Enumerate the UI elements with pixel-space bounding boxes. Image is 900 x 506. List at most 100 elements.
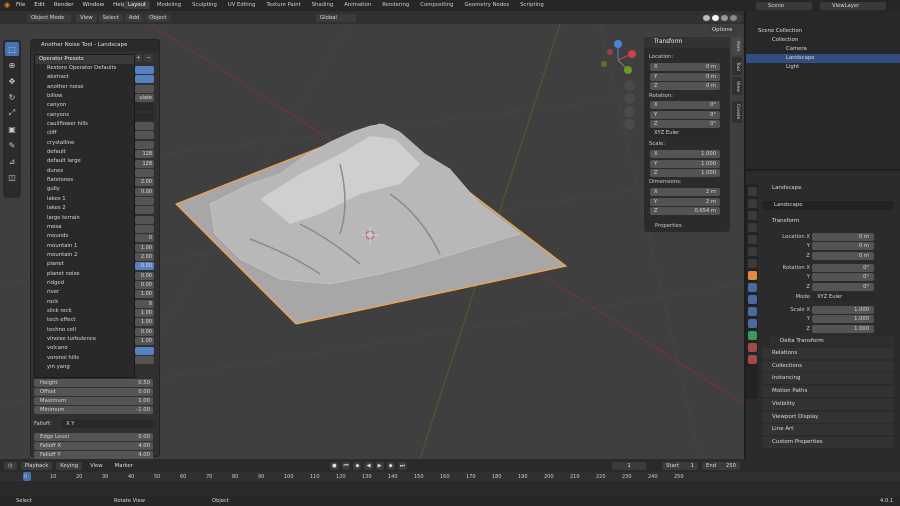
preset-item[interactable]: rock bbox=[35, 298, 134, 307]
outliner-collection[interactable]: Collection bbox=[746, 36, 900, 45]
delta-transform-section[interactable]: Delta Transform bbox=[770, 336, 894, 347]
operator-field-0[interactable]: Height 0.50 bbox=[34, 379, 153, 387]
preset-item[interactable]: planet noise bbox=[35, 270, 134, 279]
tab-shading[interactable]: Shading bbox=[308, 1, 338, 9]
rotation-mode-dropdown[interactable]: XYZ Euler bbox=[650, 129, 720, 137]
annotate-tool-icon[interactable]: ✎ bbox=[5, 138, 19, 152]
texture-props-icon[interactable] bbox=[747, 355, 757, 364]
blender-logo-icon[interactable]: ◉ bbox=[4, 2, 12, 9]
location-z-field[interactable]: 0 m bbox=[812, 252, 874, 260]
tab-geometry-nodes[interactable]: Geometry Nodes bbox=[461, 1, 514, 9]
output-props-icon[interactable] bbox=[747, 211, 757, 220]
operator-side-value[interactable]: 1.00 bbox=[135, 318, 154, 327]
shading-mode-buttons[interactable] bbox=[702, 14, 742, 22]
preset-item[interactable]: cliff bbox=[35, 129, 134, 138]
tab-compositing[interactable]: Compositing bbox=[416, 1, 457, 9]
operator-side-value[interactable] bbox=[135, 196, 154, 205]
preset-item[interactable]: ridged bbox=[35, 279, 134, 288]
prev-key-icon[interactable]: ◆ bbox=[353, 462, 362, 470]
preset-item[interactable]: mountain 1 bbox=[35, 242, 134, 251]
outliner-scene-collection[interactable]: Scene Collection bbox=[746, 27, 900, 36]
operator-field-2[interactable]: Maximum 1.00 bbox=[34, 397, 153, 405]
preset-item[interactable]: tech effect bbox=[35, 316, 134, 325]
operator-side-value[interactable]: 0 bbox=[135, 234, 154, 243]
preset-item[interactable]: yin yang bbox=[35, 363, 134, 372]
n-dimensions-field-1[interactable]: Y 2 m bbox=[650, 197, 720, 206]
object-menu[interactable]: Object bbox=[145, 14, 171, 22]
section-motion-paths[interactable]: Motion Paths bbox=[762, 386, 894, 398]
preset-item[interactable]: canyon bbox=[35, 101, 134, 110]
remove-preset-icon[interactable]: − bbox=[144, 54, 153, 62]
preset-item[interactable]: billow bbox=[35, 92, 134, 101]
view-menu[interactable]: View bbox=[76, 14, 97, 22]
object-mode-dropdown[interactable]: Object Mode bbox=[27, 14, 71, 22]
outliner-landscape[interactable]: Landscape bbox=[746, 54, 900, 63]
operator-side-value[interactable]: 2.00 bbox=[135, 178, 154, 187]
tab-modeling[interactable]: Modeling bbox=[153, 1, 185, 9]
operator-side-value[interactable] bbox=[135, 140, 154, 149]
falloff-field-2[interactable]: Falloff Y 4.00 bbox=[34, 451, 153, 459]
preset-item[interactable]: canyons bbox=[35, 111, 134, 120]
material-shading-icon[interactable] bbox=[721, 15, 728, 21]
preset-item[interactable]: vlnoise turbulence bbox=[35, 335, 134, 344]
falloff-field-0[interactable]: Edge Level 0.00 bbox=[34, 433, 153, 441]
operator-side-value[interactable]: 8 bbox=[135, 299, 154, 308]
operator-side-value[interactable]: 1.00 bbox=[135, 337, 154, 346]
n-rotation-field-0[interactable]: X 0° bbox=[650, 101, 720, 109]
restore-defaults-item[interactable]: Restore Operator Defaults bbox=[35, 64, 134, 73]
object-props-icon[interactable] bbox=[747, 271, 757, 280]
timeline-editor-icon[interactable]: ◷ bbox=[4, 462, 17, 470]
preset-item[interactable]: default large bbox=[35, 157, 134, 166]
n-location-field-0[interactable]: X 0 m bbox=[650, 63, 720, 71]
rotation-y-field[interactable]: 0° bbox=[812, 273, 874, 281]
outliner-light[interactable]: Light bbox=[746, 63, 900, 72]
select-box-icon[interactable]: ⬚ bbox=[5, 42, 19, 56]
cursor-tool-icon[interactable]: ⊕ bbox=[5, 58, 19, 72]
n-scale-field-1[interactable]: Y 1.000 bbox=[650, 159, 720, 168]
operator-side-value[interactable] bbox=[135, 215, 154, 224]
navigation-gizmo[interactable] bbox=[598, 40, 638, 80]
timeline-marker-menu[interactable]: Marker bbox=[111, 462, 137, 470]
n-dimensions-field-2[interactable]: Z 0.654 m bbox=[650, 207, 720, 215]
view-layer-props-icon[interactable] bbox=[747, 223, 757, 232]
rotate-tool-icon[interactable]: ↻ bbox=[5, 90, 19, 104]
constraints-props-icon[interactable] bbox=[747, 319, 757, 328]
operator-side-value[interactable]: 0.00 bbox=[135, 187, 154, 196]
tool-props-icon[interactable] bbox=[747, 187, 757, 196]
preset-item[interactable]: cauliflower hills bbox=[35, 120, 134, 129]
render-props-icon[interactable] bbox=[747, 199, 757, 208]
menu-window[interactable]: Window bbox=[82, 2, 104, 8]
scale-x-field[interactable]: 1.000 bbox=[812, 306, 874, 314]
tab-view[interactable]: View bbox=[732, 77, 742, 95]
operator-side-value[interactable]: 1.00 bbox=[135, 243, 154, 252]
scale-y-field[interactable]: 1.000 bbox=[812, 315, 874, 323]
view-layer-selector[interactable]: ViewLayer bbox=[820, 2, 886, 10]
rotation-mode-dropdown[interactable]: XYZ Euler bbox=[812, 293, 874, 301]
n-panel-title[interactable]: Transform bbox=[644, 37, 730, 48]
preset-item[interactable]: mesa bbox=[35, 223, 134, 232]
menu-render[interactable]: Render bbox=[54, 2, 74, 8]
timeline-view-menu[interactable]: View bbox=[86, 462, 107, 470]
keying-menu[interactable]: Keying bbox=[56, 462, 83, 470]
start-frame-field[interactable]: Start 1 bbox=[662, 462, 698, 470]
scale-tool-icon[interactable]: ⤢ bbox=[5, 106, 19, 120]
preset-item[interactable]: lakes 1 bbox=[35, 195, 134, 204]
operator-side-value[interactable]: 128 bbox=[135, 150, 154, 159]
section-relations[interactable]: Relations bbox=[762, 348, 894, 359]
n-rotation-field-1[interactable]: Y 0° bbox=[650, 110, 720, 119]
play-reverse-icon[interactable]: ◀ bbox=[364, 462, 373, 470]
tab-item[interactable]: Item bbox=[732, 37, 742, 55]
operator-side-value[interactable] bbox=[135, 224, 154, 233]
n-dimensions-field-0[interactable]: X 2 m bbox=[650, 188, 720, 196]
preset-item[interactable]: slick rock bbox=[35, 307, 134, 316]
preset-item[interactable]: volcano bbox=[35, 344, 134, 353]
world-props-icon[interactable] bbox=[747, 247, 757, 256]
preset-item[interactable]: another noise bbox=[35, 83, 134, 92]
preset-item[interactable]: dunes bbox=[35, 167, 134, 176]
transform-section[interactable]: Transform bbox=[762, 216, 894, 227]
n-scale-field-0[interactable]: X 1.000 bbox=[650, 150, 720, 158]
wireframe-shading-icon[interactable] bbox=[703, 15, 710, 21]
outliner-camera[interactable]: Camera bbox=[746, 45, 900, 54]
n-scale-field-2[interactable]: Z 1.000 bbox=[650, 169, 720, 177]
n-rotation-field-2[interactable]: Z 0° bbox=[650, 120, 720, 128]
